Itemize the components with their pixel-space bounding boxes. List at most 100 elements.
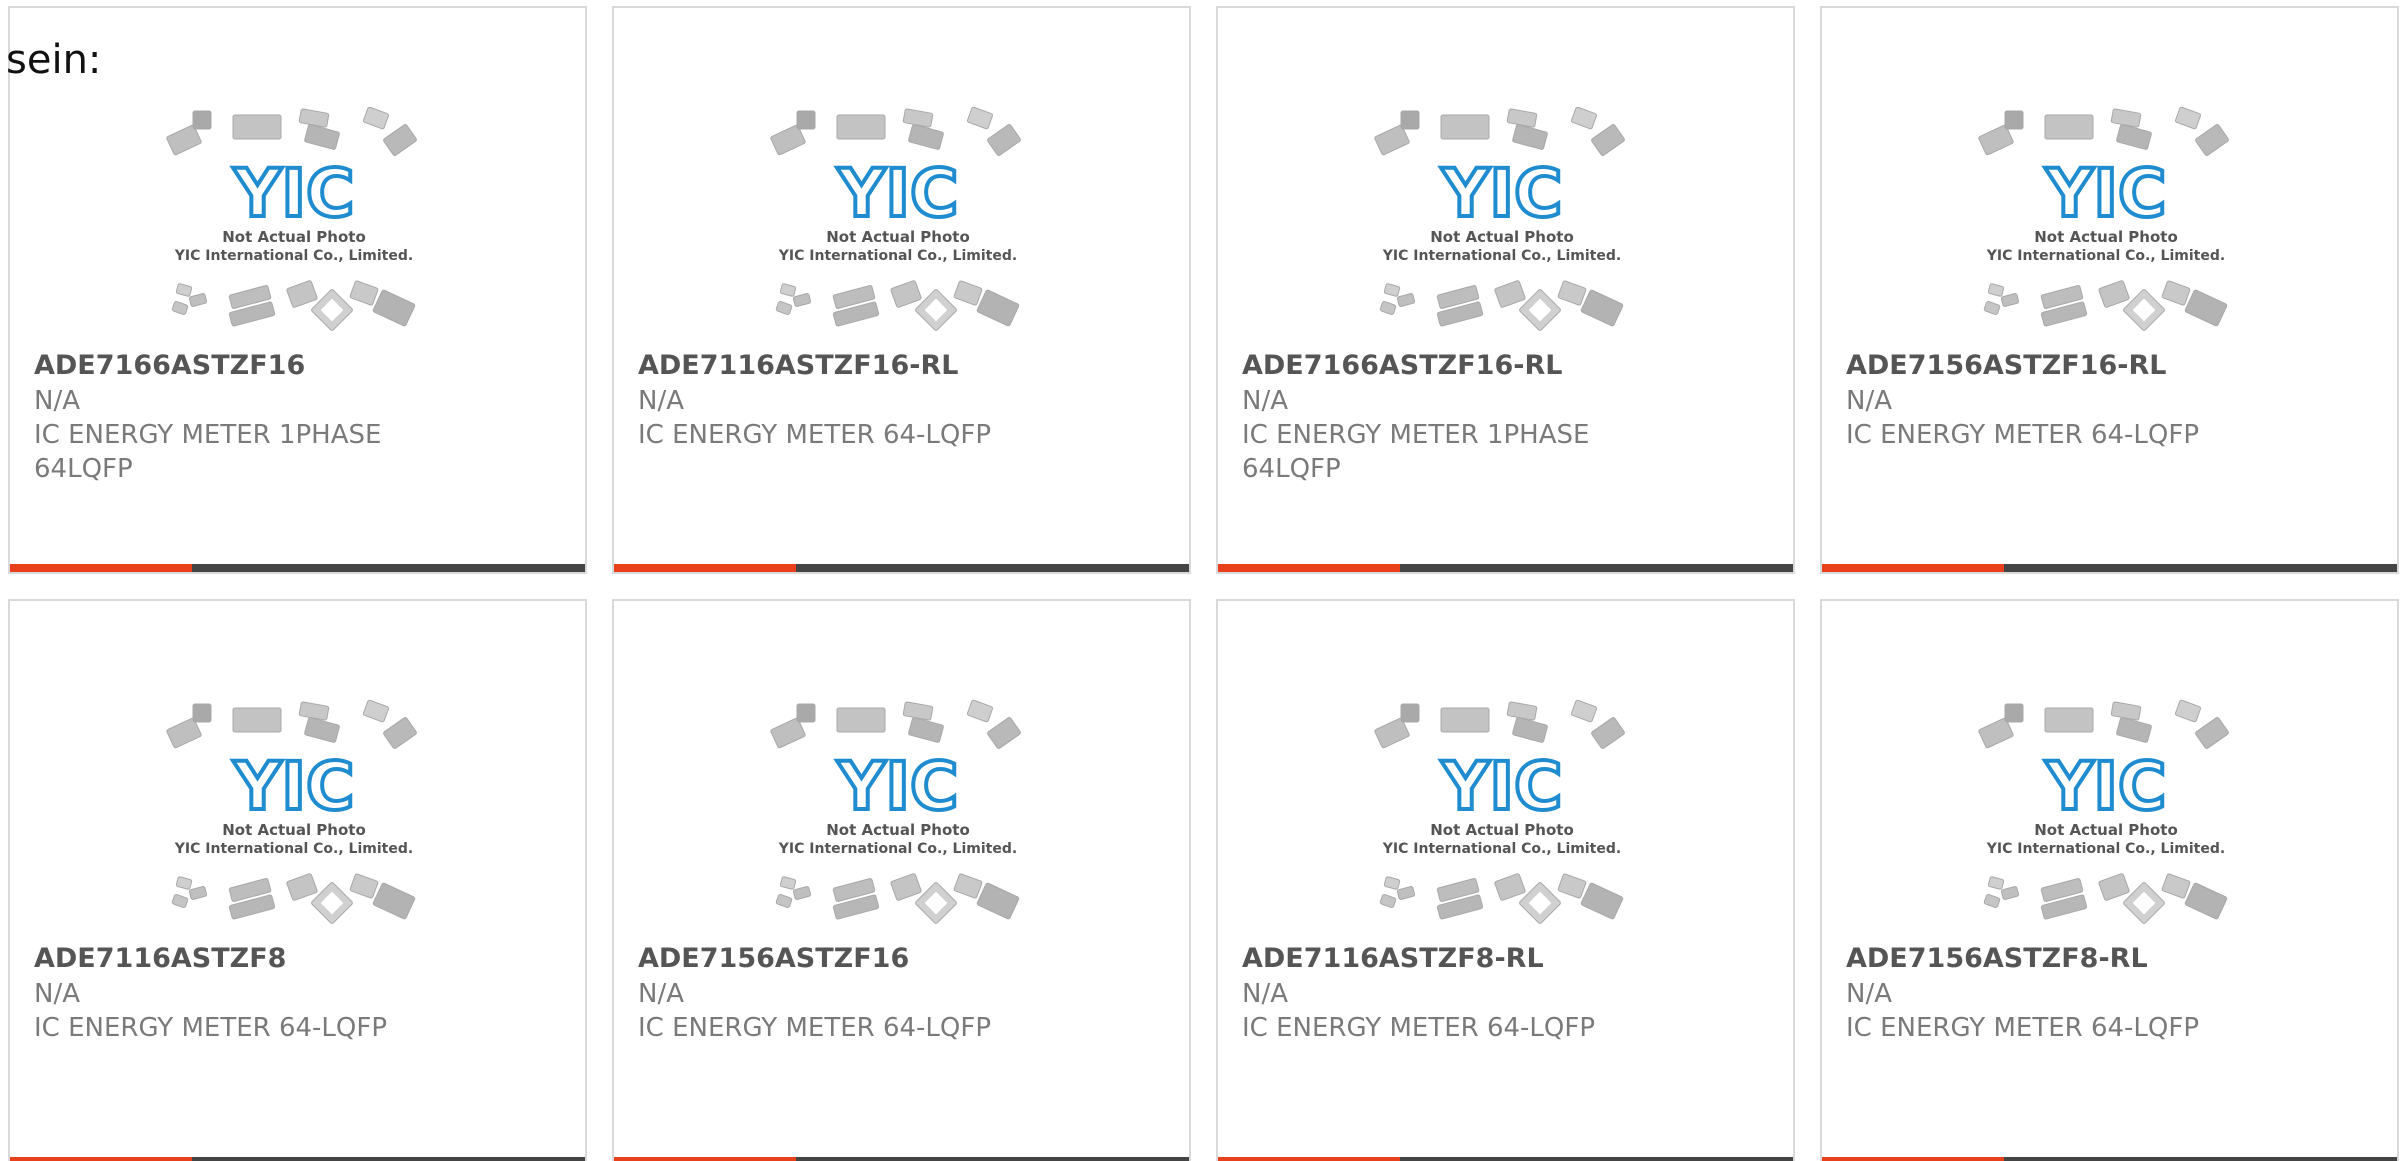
chip-shape (775, 893, 793, 909)
chip-shape (1506, 701, 1538, 721)
product-card[interactable]: YIC Not Actual Photo YIC International Co.… (1216, 6, 1795, 574)
chip-shape (775, 300, 793, 316)
chip-shape (953, 280, 983, 306)
chip-shape (2184, 882, 2228, 920)
product-card[interactable]: YIC Not Actual Photo YIC International Co.… (612, 599, 1191, 1161)
chip-shape (1570, 699, 1598, 723)
chip-placeholder-image: YIC Not Actual Photo YIC International Co.… (1974, 100, 2239, 345)
chip-shape (2098, 280, 2130, 308)
yic-logo: YIC (2045, 748, 2167, 825)
chip-shape (1580, 882, 1624, 920)
product-card[interactable]: YIC Not Actual Photo YIC International Co.… (1820, 6, 2399, 574)
chip-shape (304, 124, 340, 150)
not-actual-photo-text: Not Actual Photo (222, 821, 366, 839)
chip-shape (987, 717, 1021, 749)
chip-shape (1400, 703, 1420, 723)
chip-shape (1987, 876, 2005, 890)
company-name-text: YIC International Co., Limited. (778, 248, 1017, 264)
chip-shape (902, 701, 934, 721)
description: IC ENERGY METER 64-LQFP (1846, 1013, 2200, 1043)
top-chip-row (166, 106, 417, 156)
product-card[interactable]: YIC Not Actual Photo YIC International Co.… (8, 6, 587, 574)
chip-shape (1557, 873, 1587, 899)
chip-shape (1512, 124, 1548, 150)
product-card[interactable]: YIC Not Actual Photo YIC International Co.… (8, 599, 587, 1161)
part-number[interactable]: ADE7166ASTZF16-RL (1242, 349, 1562, 383)
chip-placeholder-image: YIC Not Actual Photo YIC International Co.… (1370, 100, 1635, 345)
chip-shape (1379, 893, 1397, 909)
card-accent-bar (1822, 564, 2004, 572)
chip-shape (890, 873, 922, 901)
company-name-text: YIC International Co., Limited. (1986, 841, 2225, 857)
product-card[interactable]: YIC Not Actual Photo YIC International Co.… (612, 6, 1191, 574)
chip-shape (1987, 283, 2005, 297)
chip-shape (2195, 124, 2229, 156)
manufacturer: N/A (638, 386, 684, 416)
part-number[interactable]: ADE7156ASTZF16 (638, 942, 909, 976)
description: IC ENERGY METER 1PHASE 64LQFP (1242, 420, 1590, 484)
chip-shape (902, 108, 934, 128)
chip-shape (383, 124, 417, 156)
description: IC ENERGY METER 1PHASE 64LQFP (34, 420, 382, 484)
yic-logo: YIC (1441, 155, 1563, 232)
card-bottom-bar (1822, 1157, 2397, 1161)
chip-shape (836, 707, 886, 733)
chip-shape (2110, 701, 2142, 721)
chip-shape (779, 876, 797, 890)
product-card[interactable]: YIC Not Actual Photo YIC International Co.… (1820, 599, 2399, 1161)
card-bottom-bar (1218, 564, 1793, 572)
part-number[interactable]: ADE7156ASTZF8-RL (1846, 942, 2148, 976)
yic-placeholder-svg: YICNot Actual Photo YIC International Co.… (1374, 106, 1625, 331)
chip-shape (2161, 280, 2191, 306)
part-number[interactable]: ADE7166ASTZF16 (34, 349, 305, 383)
chip-shape (171, 893, 189, 909)
card-bottom-bar (10, 564, 585, 572)
card-accent-bar (10, 564, 192, 572)
chip-shape (1383, 876, 1401, 890)
chip-shape (372, 882, 416, 920)
chip-placeholder-image: YIC Not Actual Photo YIC International Co.… (766, 100, 1031, 345)
yic-logo: YIC (233, 155, 355, 232)
part-number[interactable]: ADE7116ASTZF8 (34, 942, 286, 976)
chip-shape (1591, 717, 1625, 749)
part-number[interactable]: ADE7156ASTZF16-RL (1846, 349, 2166, 383)
chip-shape (304, 717, 340, 743)
company-name-text: YIC International Co., Limited. (1986, 248, 2225, 264)
chip-shape (966, 106, 994, 130)
chip-shape (1400, 110, 1420, 130)
card-accent-bar (1822, 1157, 2004, 1161)
bottom-chip-row (1983, 873, 2228, 924)
yic-placeholder-svg: YICNot Actual Photo YIC International Co.… (1978, 699, 2229, 924)
chip-shape (792, 293, 812, 307)
part-number[interactable]: ADE7116ASTZF16-RL (638, 349, 958, 383)
chip-shape (2195, 717, 2229, 749)
chip-shape (1440, 114, 1490, 140)
chip-shape (976, 882, 1020, 920)
description: IC ENERGY METER 64-LQFP (638, 1013, 992, 1043)
chip-shape (908, 124, 944, 150)
chip-shape (1396, 886, 1416, 900)
chip-shape (192, 110, 212, 130)
part-number[interactable]: ADE7116ASTZF8-RL (1242, 942, 1544, 976)
yic-placeholder-svg: YICNot Actual Photo YIC International Co.… (1978, 106, 2229, 331)
chip-shape (383, 717, 417, 749)
chip-shape (349, 873, 379, 899)
chip-shape (1512, 717, 1548, 743)
leading-text: sein: (6, 37, 102, 83)
product-card[interactable]: YIC Not Actual Photo YIC International Co.… (1216, 599, 1795, 1161)
not-actual-photo-text: Not Actual Photo (2034, 821, 2178, 839)
chip-placeholder-image: YIC Not Actual Photo YIC International Co.… (766, 693, 1031, 938)
chip-shape (1557, 280, 1587, 306)
manufacturer: N/A (1846, 979, 1892, 1009)
chip-shape (796, 703, 816, 723)
chip-shape (286, 873, 318, 901)
yic-logo: YIC (837, 155, 959, 232)
chip-shape (188, 293, 208, 307)
card-accent-bar (614, 564, 796, 572)
chip-shape (2044, 707, 2094, 733)
chip-shape (1570, 106, 1598, 130)
chip-shape (792, 886, 812, 900)
yic-logo: YIC (837, 748, 959, 825)
chip-shape (362, 699, 390, 723)
company-name-text: YIC International Co., Limited. (174, 248, 413, 264)
